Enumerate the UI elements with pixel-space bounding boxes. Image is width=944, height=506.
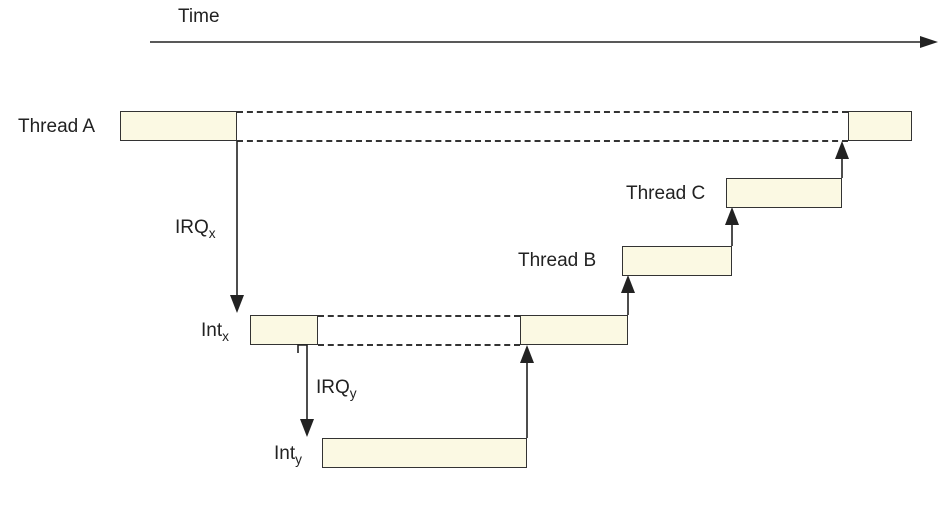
thread-c-block bbox=[726, 178, 842, 208]
arrow-intx-to-inty bbox=[293, 345, 321, 439]
int-y-text: Int bbox=[274, 443, 295, 464]
irq-y-sub: y bbox=[350, 386, 357, 401]
int-y-block bbox=[322, 438, 527, 468]
thread-c-label: Thread C bbox=[626, 183, 705, 205]
arrow-intx-to-threadB bbox=[616, 273, 640, 317]
thread-a-label: Thread A bbox=[18, 116, 95, 138]
int-x-label: Intx bbox=[201, 320, 229, 344]
irq-x-sub: x bbox=[209, 226, 216, 241]
thread-b-label: Thread B bbox=[518, 250, 596, 272]
int-x-gap-bottom bbox=[318, 344, 520, 346]
thread-a-gap-top bbox=[237, 111, 848, 113]
thread-a-block-end bbox=[848, 111, 912, 141]
time-axis-label: Time bbox=[178, 6, 220, 28]
thread-a-block-start bbox=[120, 111, 237, 141]
int-x-sub: x bbox=[222, 329, 229, 344]
irq-x-text: IRQ bbox=[175, 217, 209, 238]
arrow-threadB-to-threadC bbox=[720, 205, 744, 248]
thread-b-block bbox=[622, 246, 732, 276]
int-x-block-end bbox=[520, 315, 628, 345]
irq-x-label: IRQx bbox=[175, 217, 216, 241]
arrow-threadA-to-intx bbox=[225, 141, 249, 315]
int-x-text: Int bbox=[201, 320, 222, 341]
int-x-block-start bbox=[250, 315, 318, 345]
arrow-inty-to-intx bbox=[515, 343, 539, 440]
arrow-threadC-to-threadA bbox=[830, 139, 854, 180]
irq-y-label: IRQy bbox=[316, 377, 357, 401]
irq-y-text: IRQ bbox=[316, 377, 350, 398]
int-y-sub: y bbox=[295, 452, 302, 467]
int-x-gap-top bbox=[318, 315, 520, 317]
thread-a-gap-bottom bbox=[237, 140, 848, 142]
time-axis-arrow bbox=[150, 36, 940, 56]
int-y-label: Inty bbox=[274, 443, 302, 467]
